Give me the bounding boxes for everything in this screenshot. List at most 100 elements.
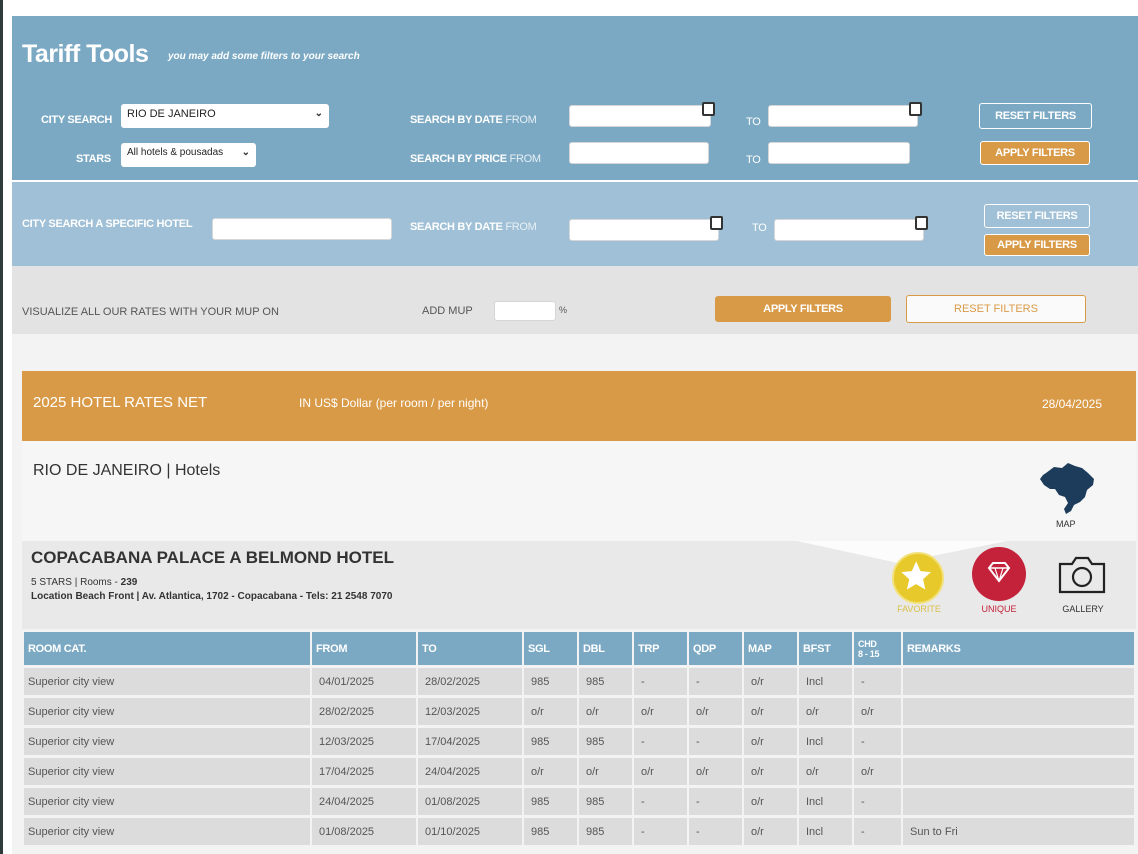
price-to-input[interactable] [768, 142, 910, 164]
from-text: FROM [509, 153, 541, 165]
cell-trp: o/r [634, 758, 687, 785]
chevron-down-icon: ⌄ [241, 147, 250, 158]
cell-map: o/r [744, 818, 797, 845]
gallery-label[interactable]: GALLERY [1058, 604, 1108, 614]
col-header-bfst: BFST [799, 632, 852, 665]
brazil-map-icon[interactable] [1038, 459, 1096, 515]
cell-from: 17/04/2025 [312, 758, 416, 785]
price-from-input[interactable] [569, 142, 709, 164]
hotel-name: COPACABANA PALACE A BELMOND HOTEL [31, 548, 394, 567]
cell-bfst: o/r [799, 758, 852, 785]
cell-dbl: 985 [579, 728, 632, 755]
col-header-map: MAP [744, 632, 797, 665]
unique-label[interactable]: UNIQUE [974, 604, 1024, 614]
apply-mup-button[interactable]: APPLY FILTERS [715, 296, 891, 322]
calendar-icon[interactable] [915, 216, 928, 230]
apply-filters-button[interactable]: APPLY FILTERS [984, 234, 1090, 256]
cell-sgl: o/r [524, 758, 577, 785]
cell-dbl: o/r [579, 758, 632, 785]
reset-filters-button[interactable]: RESET FILTERS [984, 204, 1090, 228]
cell-room-cat: Superior city view [24, 728, 310, 755]
cell-qdp: - [689, 788, 742, 815]
cell-room-cat: Superior city view [24, 698, 310, 725]
col-header-qdp: QDP [689, 632, 742, 665]
hotel-location: Location Beach Front | Av. Atlantica, 17… [31, 591, 393, 602]
tariff-tools-page: Tariff Tools you may add some filters to… [12, 16, 1138, 854]
reset-mup-button[interactable]: RESET FILTERS [906, 295, 1086, 323]
city-search-label: CITY SEARCH [41, 114, 113, 126]
cell-remarks [903, 758, 1134, 785]
favorite-label[interactable]: FAVORITE [894, 604, 944, 614]
cell-chd: - [854, 728, 901, 755]
cell-remarks: Sun to Fri [903, 818, 1134, 845]
window-edge [0, 0, 3, 854]
cell-remarks [903, 788, 1134, 815]
city-select[interactable]: RIO DE JANEIRO ⌄ [121, 104, 329, 128]
to-label: TO [746, 154, 761, 166]
table-row: Superior city view 24/04/2025 01/08/2025 98… [24, 788, 1134, 815]
percent-sign: % [559, 305, 568, 315]
rates-table: ROOM CAT. FROM TO SGL DBL TRP QDP MAP BF… [22, 629, 1136, 848]
cell-map: o/r [744, 698, 797, 725]
cell-chd: - [854, 668, 901, 695]
cell-dbl: 985 [579, 818, 632, 845]
specific-hotel-label: CITY SEARCH A SPECIFIC HOTEL [22, 218, 193, 230]
search-by-price-text: SEARCH BY PRICE [410, 153, 507, 165]
cell-dbl: 985 [579, 788, 632, 815]
cell-sgl: 985 [524, 728, 577, 755]
cell-remarks [903, 698, 1134, 725]
hotel-name-input[interactable] [212, 218, 392, 240]
cell-chd: o/r [854, 758, 901, 785]
reset-filters-button[interactable]: RESET FILTERS [979, 103, 1092, 129]
add-mup-label: ADD MUP [422, 305, 473, 317]
cell-sgl: o/r [524, 698, 577, 725]
unique-button[interactable] [972, 547, 1026, 601]
cell-sgl: 985 [524, 788, 577, 815]
search-by-date-text: SEARCH BY DATE [410, 221, 503, 233]
cell-from: 04/01/2025 [312, 668, 416, 695]
calendar-icon[interactable] [909, 102, 922, 116]
cell-qdp: - [689, 818, 742, 845]
cell-to: 12/03/2025 [418, 698, 522, 725]
col-header-dbl: DBL [579, 632, 632, 665]
favorite-button[interactable] [892, 552, 944, 604]
visualize-mup-label: VISUALIZE ALL OUR RATES WITH YOUR MUP ON [22, 306, 279, 318]
hotel-stars-rooms: 5 STARS | Rooms - 239 [31, 577, 137, 588]
page-subtitle: you may add some filters to your search [168, 51, 360, 62]
city-select-value: RIO DE JANEIRO [127, 108, 216, 120]
from-text: FROM [505, 114, 537, 126]
hotel-date-to-input[interactable] [774, 216, 928, 241]
date-to-input[interactable] [768, 102, 922, 127]
mup-input[interactable] [494, 301, 556, 321]
table-row: Superior city view 01/08/2025 01/10/2025 98… [24, 818, 1134, 845]
cell-from: 24/04/2025 [312, 788, 416, 815]
rates-currency: IN US$ Dollar (per room / per night) [299, 396, 489, 410]
cell-trp: o/r [634, 698, 687, 725]
cell-trp: - [634, 788, 687, 815]
table-row: Superior city view 17/04/2025 24/04/2025 o/… [24, 758, 1134, 785]
col-header-trp: TRP [634, 632, 687, 665]
chd-label: CHD [858, 638, 877, 649]
apply-filters-button[interactable]: APPLY FILTERS [980, 141, 1090, 165]
col-header-sgl: SGL [524, 632, 577, 665]
cell-room-cat: Superior city view [24, 668, 310, 695]
cell-to: 28/02/2025 [418, 668, 522, 695]
map-label[interactable]: MAP [1056, 519, 1076, 529]
cell-map: o/r [744, 728, 797, 755]
cell-room-cat: Superior city view [24, 788, 310, 815]
camera-icon[interactable] [1057, 555, 1107, 595]
diamond-icon [987, 562, 1011, 583]
stars-select-value: All hotels & pousadas [127, 147, 224, 158]
cell-to: 17/04/2025 [418, 728, 522, 755]
cell-from: 12/03/2025 [312, 728, 416, 755]
stars-select[interactable]: All hotels & pousadas ⌄ [121, 143, 256, 167]
hotel-date-from-input[interactable] [569, 216, 723, 241]
col-header-remarks: REMARKS [903, 632, 1134, 665]
cell-sgl: 985 [524, 818, 577, 845]
from-text: FROM [505, 221, 537, 233]
calendar-icon[interactable] [710, 216, 723, 230]
calendar-icon[interactable] [702, 102, 715, 116]
date-from-input[interactable] [569, 102, 715, 127]
cell-to: 01/08/2025 [418, 788, 522, 815]
hotel-rooms-count: 239 [120, 577, 138, 588]
